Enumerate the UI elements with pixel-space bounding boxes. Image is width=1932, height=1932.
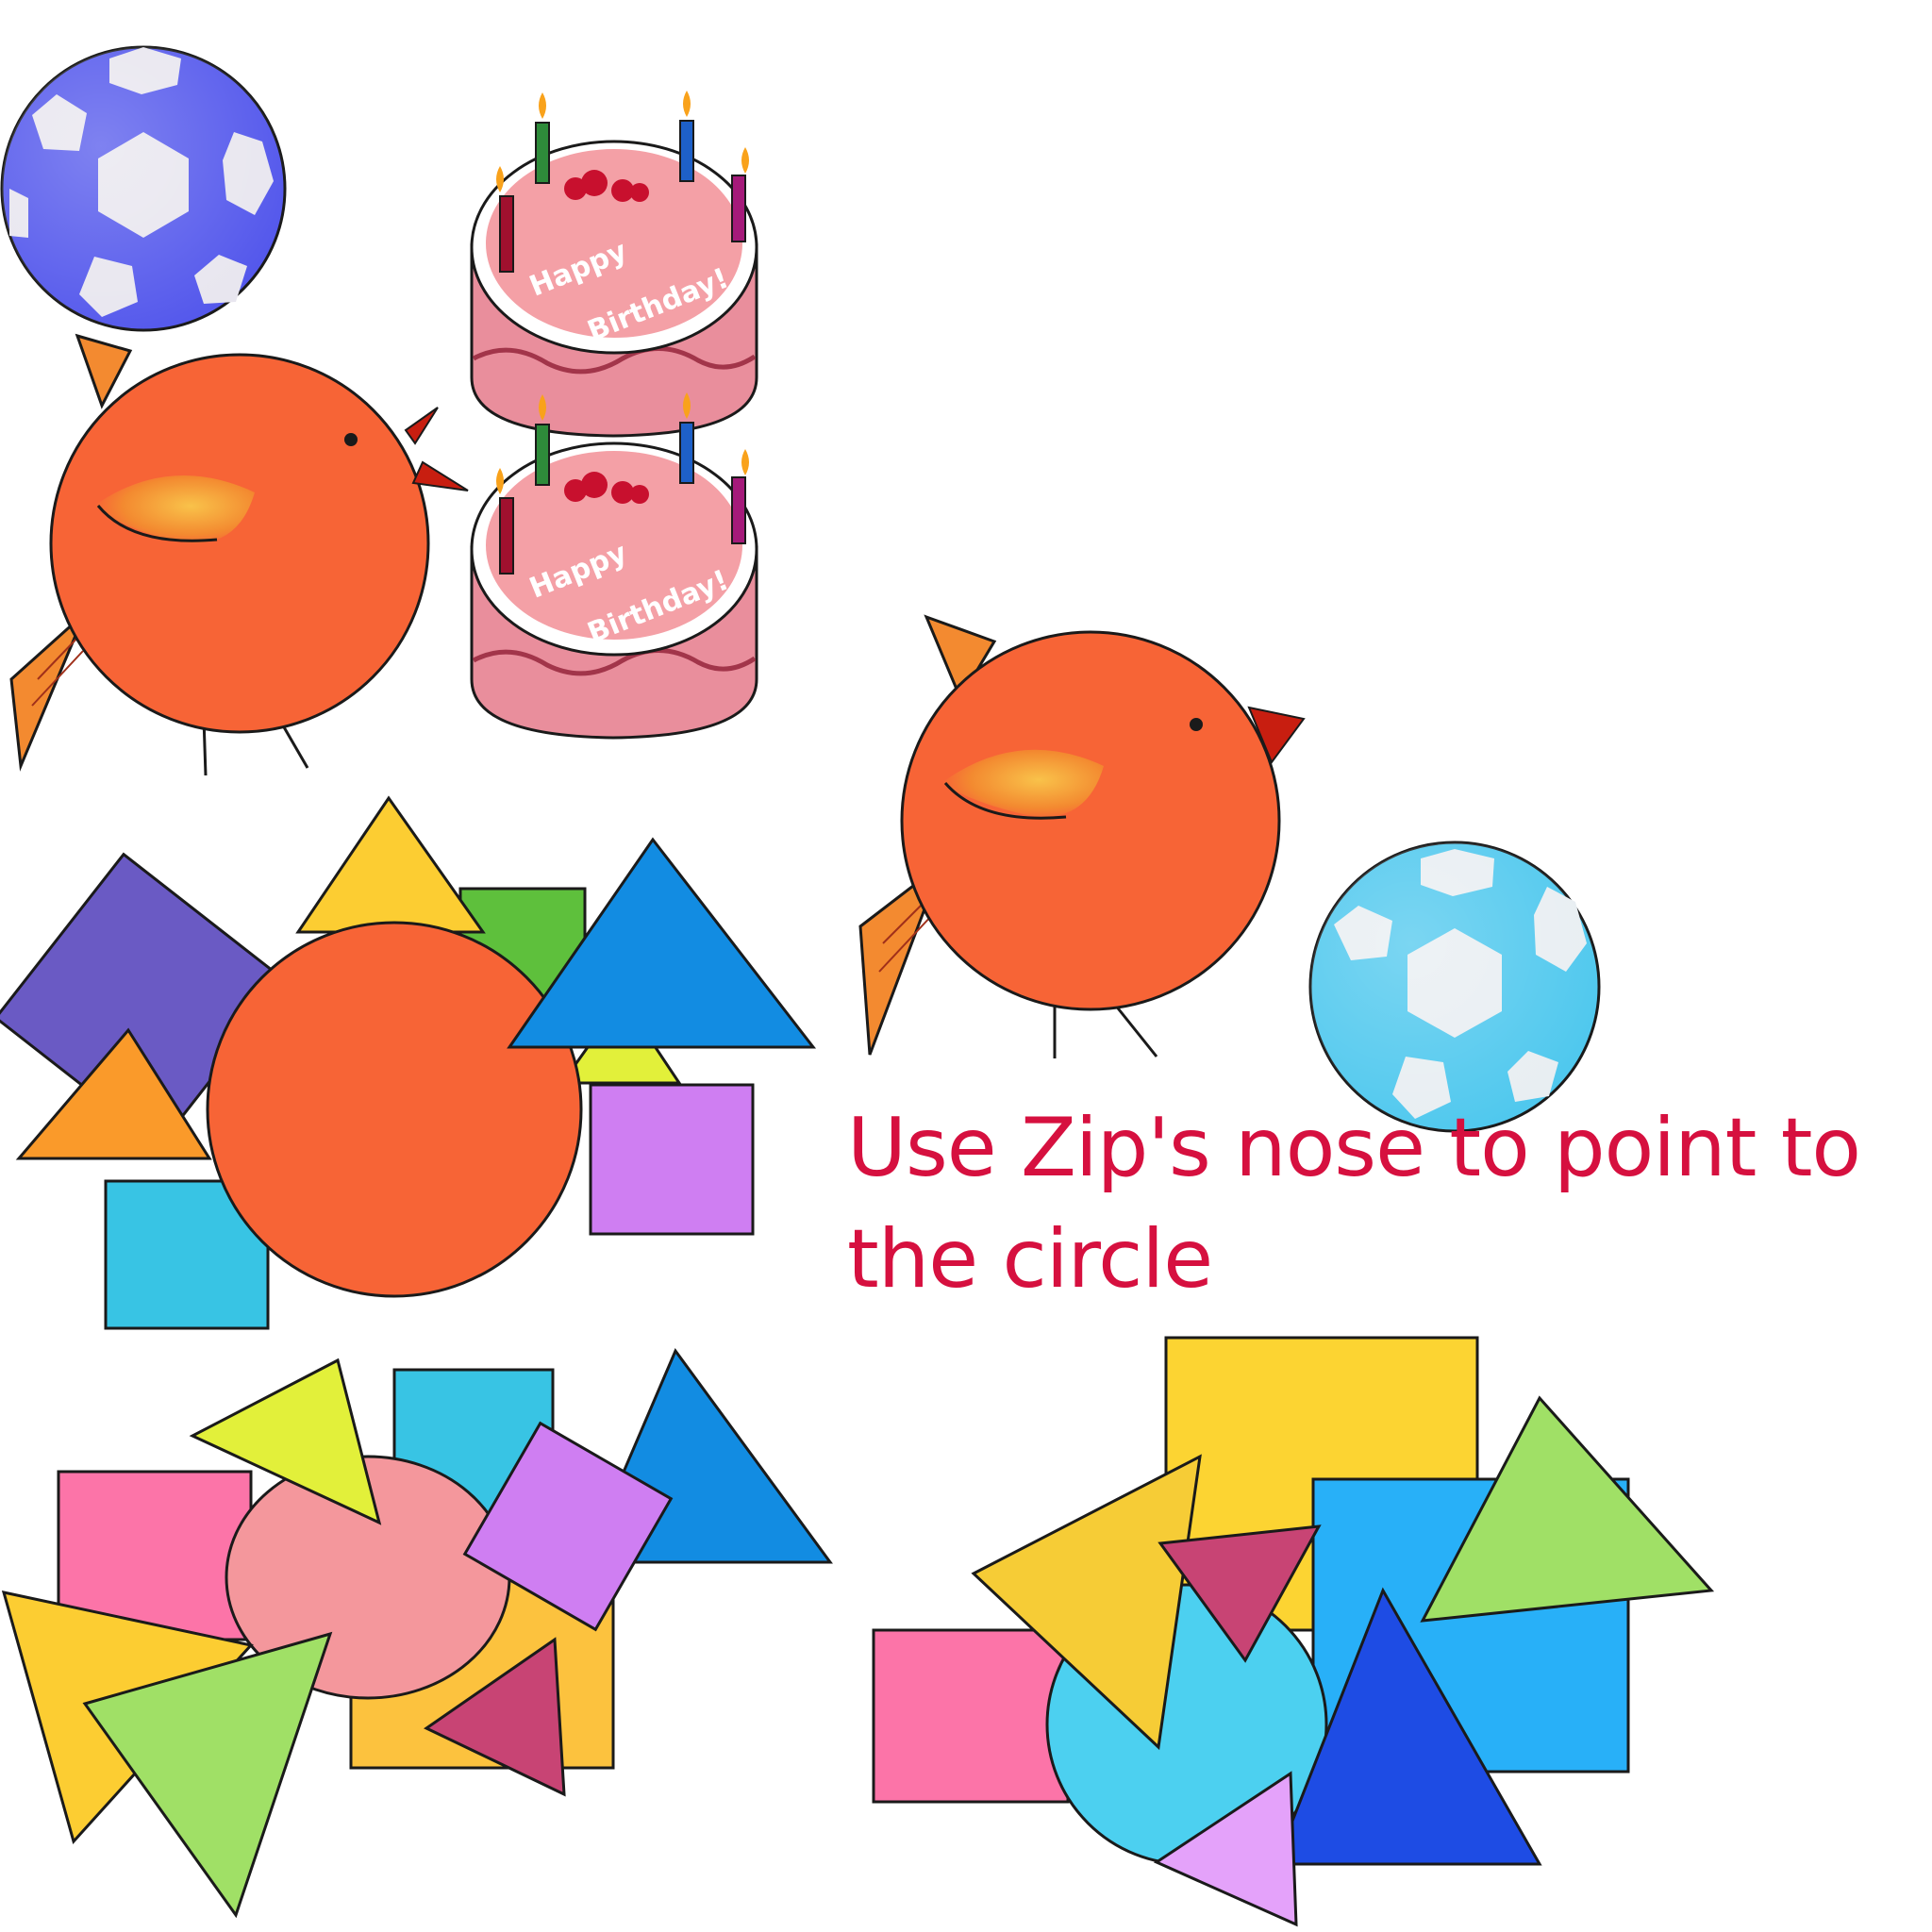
instruction-line-1: Use Zip's nose to point to xyxy=(847,1101,1861,1195)
bird-icon[interactable] xyxy=(9,333,469,776)
shape-cluster-3 xyxy=(872,1336,1715,1927)
shape-cluster-1 xyxy=(0,795,817,1330)
shape-cluster-2 xyxy=(1,1347,833,1919)
bird-icon[interactable] xyxy=(858,614,1306,1058)
birthday-cake-icon[interactable]: Happy Birthday! xyxy=(470,91,758,438)
soccer-ball-icon[interactable] xyxy=(0,45,287,332)
square-shape[interactable] xyxy=(872,1628,1070,1804)
game-scene: Happy Birthday! Happy Birthday! xyxy=(0,45,1715,1927)
birthday-cake-icon[interactable]: Happy Birthday! xyxy=(470,392,758,740)
square-shape[interactable] xyxy=(589,1083,755,1236)
instruction-text: Use Zip's nose to point to the circle xyxy=(847,1092,1923,1315)
circle-shape[interactable] xyxy=(206,921,583,1298)
triangle-shape[interactable] xyxy=(295,795,486,934)
instruction-line-2: the circle xyxy=(847,1212,1213,1307)
soccer-ball-icon[interactable] xyxy=(1308,841,1601,1133)
